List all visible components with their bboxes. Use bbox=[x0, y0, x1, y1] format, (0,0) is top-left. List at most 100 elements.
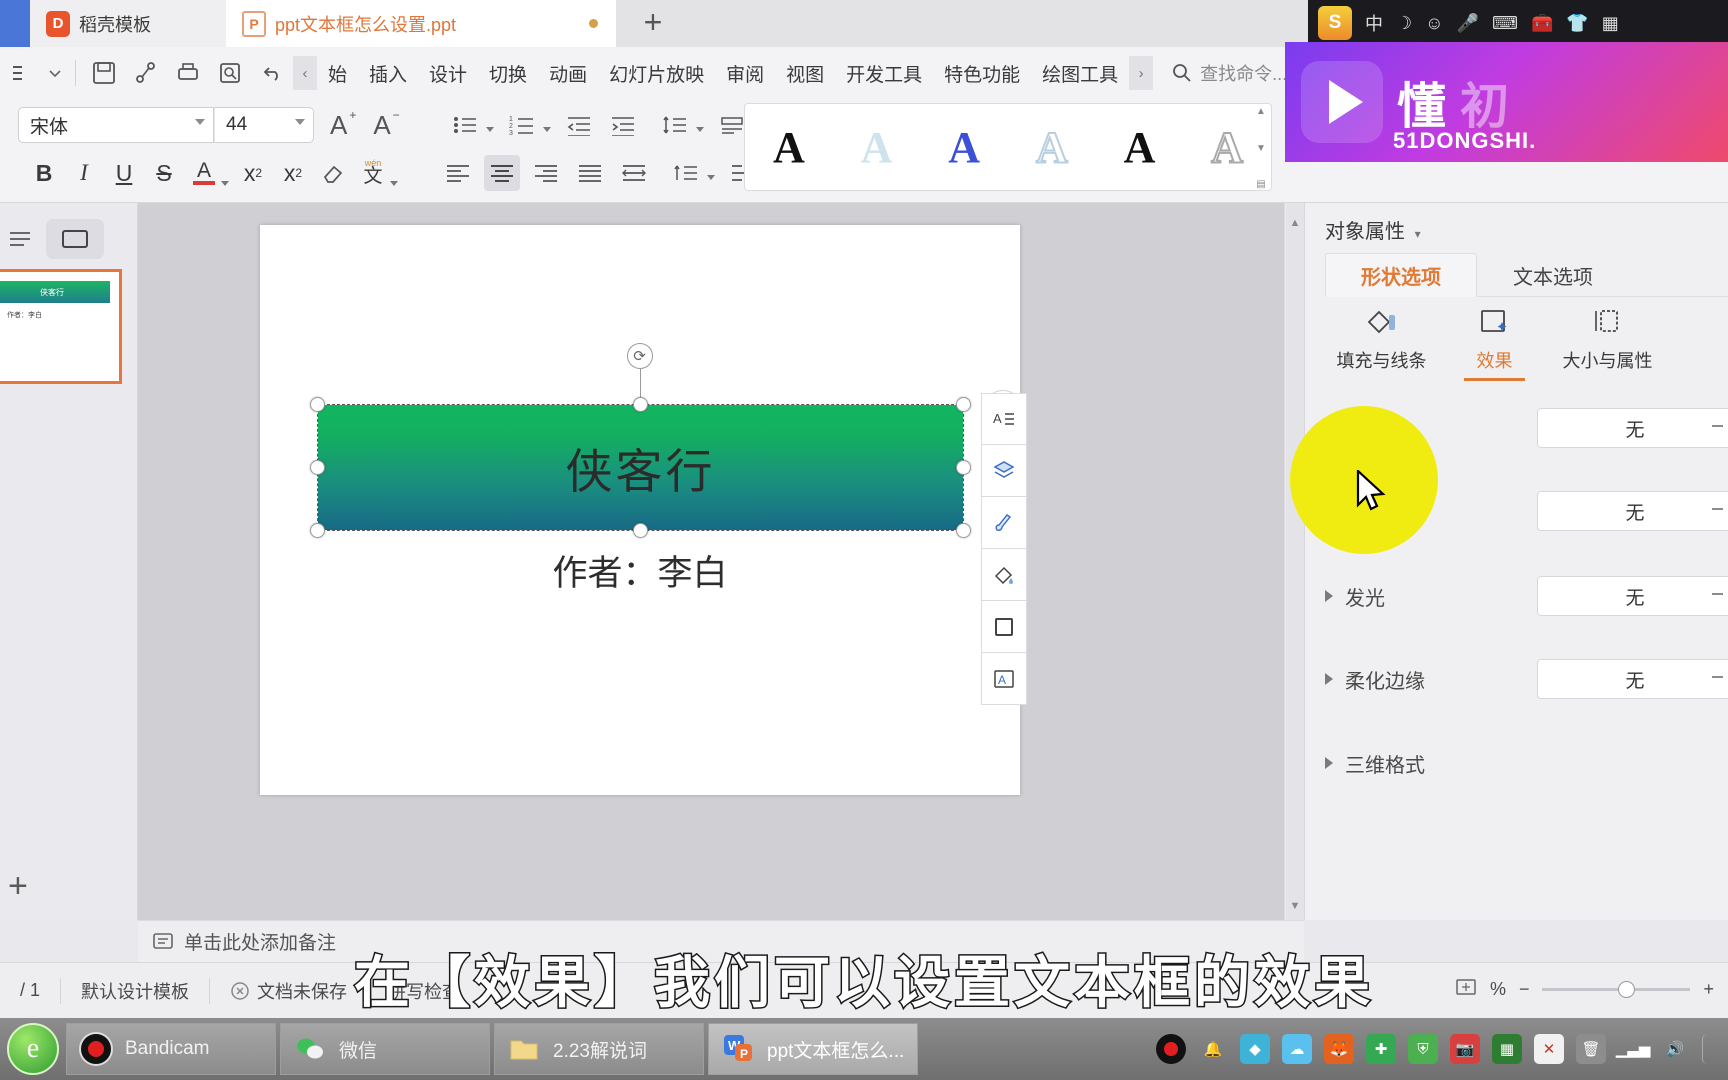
x-icon[interactable]: ✕ bbox=[1534, 1034, 1564, 1064]
text-layout-icon[interactable]: A bbox=[981, 393, 1027, 445]
camera-icon[interactable]: 📷 bbox=[1450, 1034, 1480, 1064]
ribbon-scroll-right-button[interactable]: › bbox=[1129, 56, 1154, 90]
gallery-expand-icon[interactable]: ▤ bbox=[1256, 179, 1265, 190]
italic-button[interactable]: I bbox=[66, 155, 102, 191]
grid-icon[interactable]: ▦ bbox=[1492, 1034, 1522, 1064]
bell-icon[interactable]: 🔔 bbox=[1198, 1034, 1228, 1064]
chevron-down-icon[interactable]: ▾ bbox=[1415, 227, 1421, 241]
print-preview-icon[interactable] bbox=[212, 55, 248, 91]
taskbar-item-wps-ppt[interactable]: WP ppt文本框怎么... bbox=[708, 1023, 918, 1075]
wordart-gallery[interactable]: A A A A A A ▲ ▼ ▤ bbox=[744, 103, 1272, 191]
cloud-icon[interactable]: ☁ bbox=[1282, 1034, 1312, 1064]
fox-icon[interactable]: 🦊 bbox=[1324, 1034, 1354, 1064]
sogou-logo-icon[interactable]: S bbox=[1318, 6, 1352, 40]
subscript-button[interactable]: x2 bbox=[275, 155, 311, 191]
clear-format-button[interactable] bbox=[315, 155, 351, 191]
moon-icon[interactable]: ☽ bbox=[1396, 13, 1412, 34]
chevron-down-icon[interactable] bbox=[707, 175, 715, 180]
record-icon[interactable] bbox=[1156, 1034, 1186, 1064]
chevron-down-icon[interactable] bbox=[195, 119, 205, 125]
numbered-list-button[interactable]: 123 bbox=[504, 107, 540, 143]
dropdown-indicator-icon[interactable] bbox=[1712, 508, 1723, 510]
grid-icon[interactable]: ▦ bbox=[1602, 13, 1619, 34]
wordart-gallery-scrollbar[interactable]: ▲ ▼ ▤ bbox=[1253, 106, 1269, 190]
menu-item-review[interactable]: 审阅 bbox=[715, 55, 775, 91]
ime-mode-chinese[interactable]: 中 bbox=[1365, 10, 1383, 36]
line-spacing-button[interactable] bbox=[657, 107, 693, 143]
font-size-combo[interactable]: 44 bbox=[214, 107, 314, 143]
mic-icon[interactable]: 🎤 bbox=[1457, 13, 1479, 34]
soft-edges-preset-select[interactable]: 无 bbox=[1537, 659, 1728, 699]
slide-subtitle-text[interactable]: 作者：李白 bbox=[260, 545, 1020, 596]
menu-item-design[interactable]: 设计 bbox=[418, 55, 478, 91]
slide-view-icon[interactable] bbox=[46, 219, 104, 259]
outline-view-icon[interactable] bbox=[4, 223, 36, 255]
resize-handle-sw[interactable] bbox=[310, 523, 325, 538]
menu-item-home[interactable]: 始 bbox=[317, 55, 358, 91]
brush-icon[interactable] bbox=[981, 497, 1027, 549]
strikethrough-button[interactable]: S bbox=[146, 155, 182, 191]
wordart-sample-4[interactable]: A bbox=[1008, 122, 1096, 173]
resize-handle-e[interactable] bbox=[956, 459, 971, 475]
find-command-box[interactable]: 查找命令... bbox=[1171, 60, 1287, 86]
effect-row-glow[interactable]: 发光 无 bbox=[1325, 571, 1728, 621]
expand-triangle-icon[interactable] bbox=[1325, 757, 1333, 769]
chevron-down-icon[interactable] bbox=[295, 119, 305, 125]
dropdown-indicator-icon[interactable] bbox=[1712, 425, 1723, 427]
justify-button[interactable] bbox=[572, 155, 608, 191]
taskbar-item-folder[interactable]: 2.23解说词 bbox=[494, 1023, 704, 1075]
effect-row-soft-edges[interactable]: 柔化边缘 无 bbox=[1325, 654, 1728, 704]
add-slide-button[interactable]: + bbox=[8, 867, 28, 906]
smiley-icon[interactable]: ☺ bbox=[1425, 13, 1443, 34]
align-right-button[interactable] bbox=[528, 155, 564, 191]
toolbox-icon[interactable]: 🧰 bbox=[1531, 13, 1553, 34]
volume-icon[interactable]: 🔊 bbox=[1660, 1034, 1690, 1064]
bold-button[interactable]: B bbox=[26, 155, 62, 191]
shrink-font-button[interactable]: A − bbox=[373, 108, 399, 141]
rotate-handle[interactable]: ⟳ bbox=[626, 343, 653, 369]
show-desktop-icon[interactable] bbox=[1702, 1034, 1714, 1064]
ribbon-scroll-left-button[interactable]: ‹ bbox=[293, 56, 317, 90]
wordart-sample-3[interactable]: A bbox=[920, 122, 1008, 173]
signal-icon[interactable]: ▁▃▅ bbox=[1616, 1034, 1651, 1064]
chevron-down-icon[interactable] bbox=[390, 181, 398, 186]
selected-text-box-shape[interactable]: 侠客行 ⟳ bbox=[310, 343, 971, 538]
text-box-icon[interactable]: A bbox=[981, 653, 1027, 705]
dropdown-indicator-icon[interactable] bbox=[1712, 676, 1723, 678]
text-direction-button[interactable] bbox=[668, 155, 704, 191]
glow-preset-select[interactable]: 无 bbox=[1537, 576, 1728, 616]
collapse-up-icon[interactable]: ▲ bbox=[1286, 217, 1304, 229]
tab-shape-options[interactable]: 形状选项 bbox=[1325, 253, 1477, 297]
icon-tab-fill-and-line[interactable]: 填充与线条 bbox=[1325, 299, 1438, 379]
align-center-button[interactable] bbox=[484, 155, 520, 191]
grow-font-button[interactable]: A + bbox=[330, 108, 356, 141]
chevron-down-icon[interactable] bbox=[485, 127, 494, 132]
pinyin-guide-button[interactable]: wén 文 bbox=[355, 155, 391, 191]
resize-handle-s[interactable] bbox=[632, 523, 648, 538]
sync-icon[interactable]: ◆ bbox=[1240, 1034, 1270, 1064]
slide-editing-surface[interactable]: 侠客行 ⟳ 作者：李白 bbox=[260, 225, 1020, 795]
trash-icon[interactable]: 🗑 bbox=[1576, 1034, 1606, 1064]
superscript-button[interactable]: x2 bbox=[235, 155, 271, 191]
tab-text-options[interactable]: 文本选项 bbox=[1477, 253, 1629, 297]
chevron-down-icon[interactable] bbox=[695, 127, 704, 132]
fill-bucket-icon[interactable] bbox=[981, 549, 1027, 601]
scroll-up-icon[interactable]: ▲ bbox=[1256, 106, 1266, 117]
icon-tab-size-and-properties[interactable]: 大小与属性 bbox=[1551, 299, 1664, 379]
reflection-preset-select[interactable]: 无 bbox=[1537, 491, 1728, 531]
shape-outline-icon[interactable] bbox=[981, 601, 1027, 653]
menu-item-transitions[interactable]: 切换 bbox=[478, 55, 538, 91]
bullet-list-button[interactable] bbox=[447, 107, 483, 143]
save-icon[interactable] bbox=[86, 55, 122, 91]
menu-item-animations[interactable]: 动画 bbox=[538, 55, 598, 91]
effect-row-3d-format[interactable]: 三维格式 bbox=[1325, 738, 1728, 788]
new-tab-button[interactable]: + bbox=[637, 6, 669, 39]
menu-item-developer[interactable]: 开发工具 bbox=[835, 55, 933, 91]
undo-icon[interactable] bbox=[254, 55, 290, 91]
resize-handle-nw[interactable] bbox=[310, 397, 325, 412]
dropdown-indicator-icon[interactable] bbox=[1712, 593, 1723, 595]
resize-handle-se[interactable] bbox=[956, 523, 971, 538]
icon-tab-effects[interactable]: 效果 bbox=[1438, 299, 1551, 381]
panel-collapse-strip[interactable]: ▲ ▼ bbox=[1286, 203, 1305, 920]
menu-item-drawing-tools[interactable]: 绘图工具 bbox=[1031, 55, 1129, 91]
